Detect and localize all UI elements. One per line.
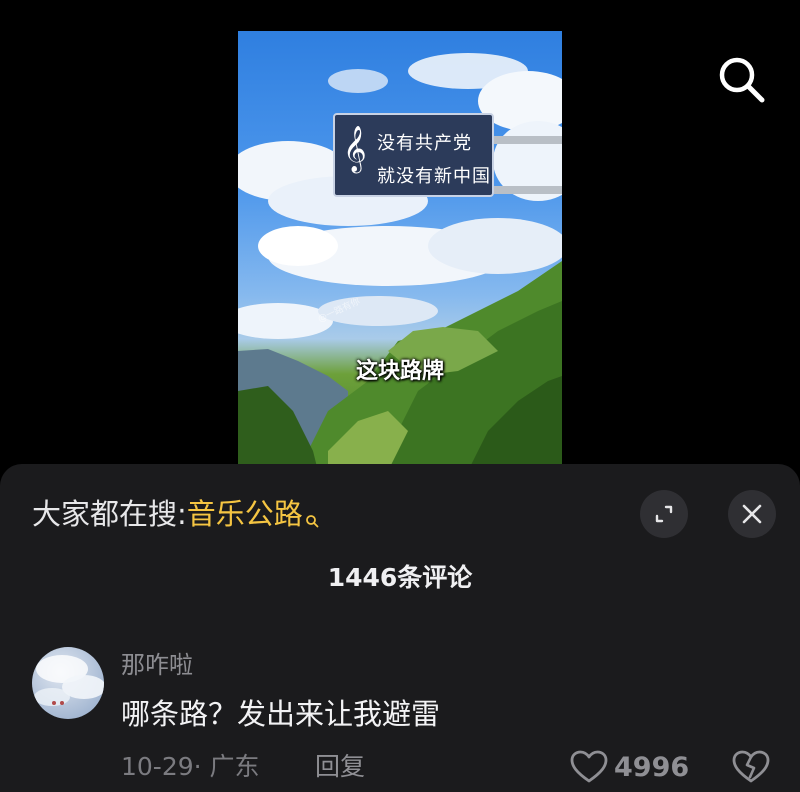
trending-search[interactable]: 大家都在搜:音乐公路 [32, 494, 319, 534]
reply-button[interactable]: 回复 [315, 748, 365, 786]
like-button[interactable]: 4996 [570, 748, 689, 786]
sign-line-1: 没有共产党 [377, 133, 472, 154]
broken-heart-icon [732, 750, 770, 783]
sign-pole [494, 186, 562, 194]
trending-prefix: 大家都在搜: [32, 497, 187, 531]
trending-keyword[interactable]: 音乐公路 [187, 497, 303, 531]
close-button[interactable] [728, 490, 776, 538]
search-icon [305, 498, 319, 528]
video-subtitle: 这块路牌 [355, 359, 444, 384]
video-scene [238, 53, 562, 471]
search-icon [719, 57, 765, 103]
road-sign: 𝄞 没有共产党 就没有新中国 [333, 113, 494, 197]
search-button[interactable] [714, 52, 768, 106]
sign-pole [494, 136, 562, 144]
dislike-button[interactable] [732, 748, 770, 786]
sign-line-2: 就没有新中国 [377, 166, 491, 187]
screen: 𝄞 没有共产党 就没有新中国 @一路有你 这块路牌 大家都在搜:音乐公路 144… [0, 0, 800, 792]
comment-count: 1446条评论 [327, 563, 473, 592]
avatar[interactable] [32, 647, 104, 719]
expand-button[interactable] [640, 490, 688, 538]
comment-meta: 10-29· 广东 [121, 752, 260, 781]
avatar-image [34, 655, 104, 706]
comment-text: 哪条路？发出来让我避雷 [121, 697, 441, 731]
expand-icon [655, 505, 673, 523]
treble-clef-icon: 𝄞 [343, 126, 367, 172]
close-icon [742, 504, 762, 524]
like-count: 4996 [614, 751, 690, 783]
video-player[interactable]: 𝄞 没有共产党 就没有新中国 @一路有你 这块路牌 [238, 31, 562, 471]
comment-author[interactable]: 那咋啦 [121, 648, 193, 682]
heart-icon [570, 750, 608, 783]
